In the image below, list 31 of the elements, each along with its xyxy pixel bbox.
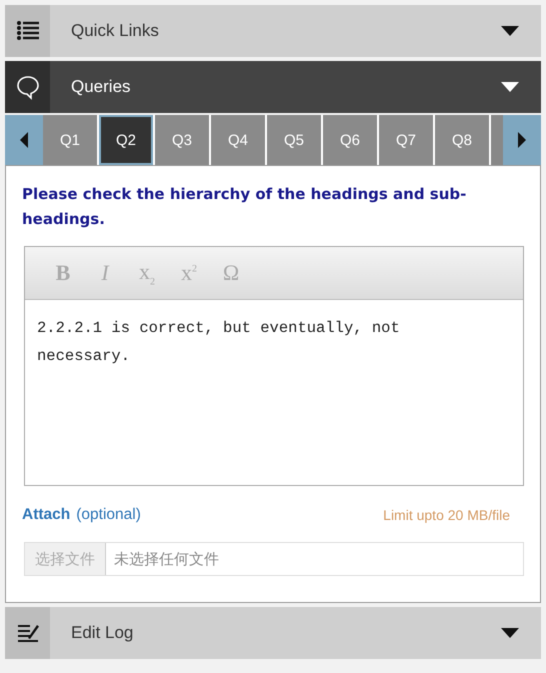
previous-button[interactable] [5, 115, 43, 165]
file-status: 未选择任何文件 [114, 550, 219, 568]
section-header[interactable]: Edit Log [5, 607, 541, 659]
bold-button[interactable]: B [43, 255, 83, 291]
caret-icon [501, 628, 519, 638]
italic-button[interactable]: I [85, 255, 125, 291]
choose-file-button[interactable]: 选择文件 [25, 543, 106, 575]
symbol-button[interactable]: Ω [211, 255, 251, 291]
query-text: Please check the hierarchy of the headings and sub-headings. [22, 184, 468, 230]
left-arrow-icon [20, 132, 28, 148]
size-limit: Limit upto 20 MB/file [383, 507, 510, 523]
section-header[interactable]: Queries [5, 61, 541, 113]
list-icon [16, 20, 40, 42]
section-title: Queries [70, 77, 132, 97]
subscript-button[interactable]: x$_{2}$ [127, 255, 167, 291]
query-tab[interactable]: Q2 [99, 115, 155, 165]
section-header[interactable]: Quick Links [5, 5, 541, 57]
attach-label: Attach [22, 506, 70, 524]
caret-icon [501, 26, 519, 36]
file-input[interactable]: 选择文件 未选择任何文件 [24, 542, 524, 576]
reply-editor[interactable]: B I x$_{2}$ x$^{2}$ Ω 2.2.2.1 is correct, but eventually, not necessary. [24, 246, 524, 486]
edit-list-icon [16, 622, 40, 644]
section-title: Edit Log [70, 623, 134, 643]
right-arrow-icon [518, 132, 526, 148]
reply-text: 2.2.2.1 is correct, but eventually, not necessary. [36, 318, 401, 367]
optional-hint: (optional) [76, 506, 141, 524]
superscript-button[interactable]: x$^{2}$ [169, 255, 209, 291]
speech-bubble-icon [14, 74, 40, 100]
section-title: Quick Links [70, 21, 160, 41]
caret-icon [501, 82, 519, 92]
next-button[interactable] [503, 115, 541, 165]
